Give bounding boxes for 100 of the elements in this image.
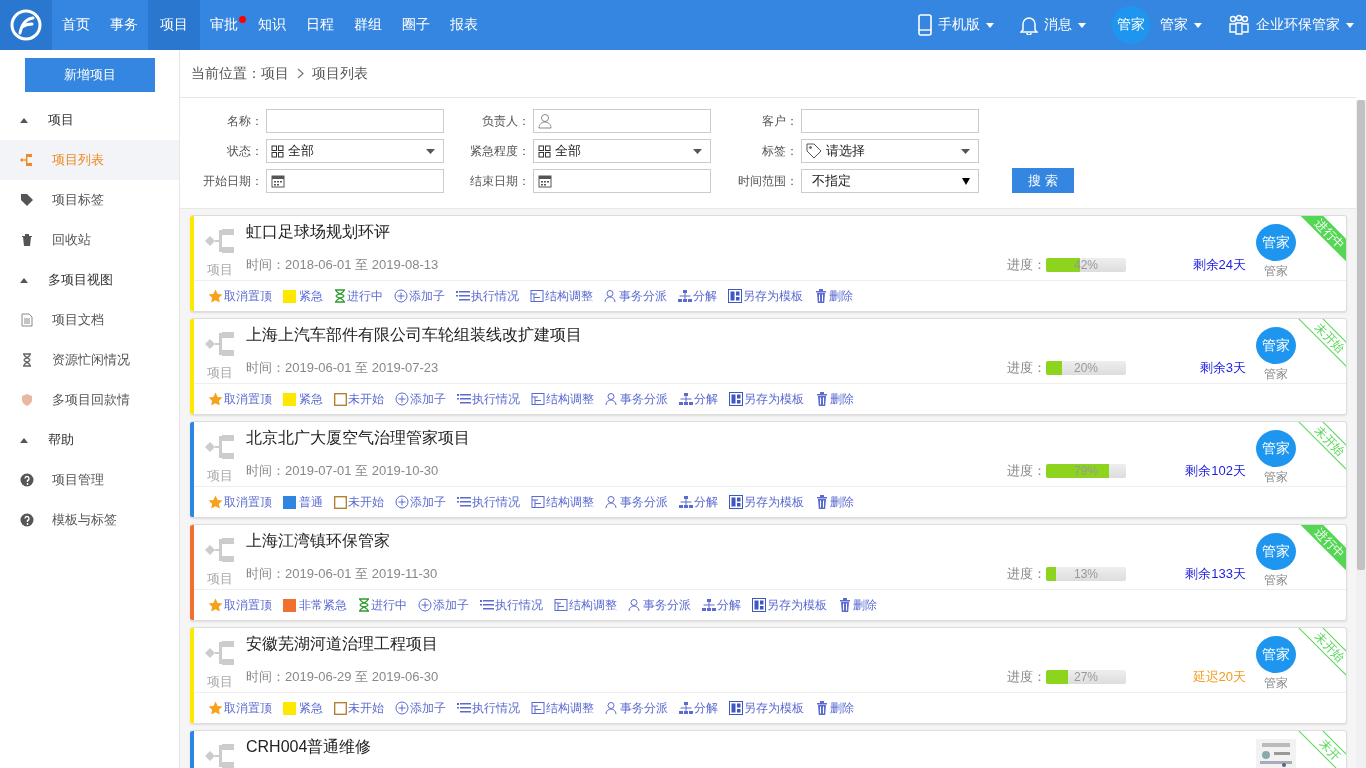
status-link[interactable]: 未开始 — [334, 493, 384, 511]
action-link[interactable]: 事务分派 — [628, 596, 691, 614]
action-link[interactable]: 添加子 — [395, 493, 446, 511]
action-link[interactable]: 分解 — [702, 596, 741, 614]
action-link[interactable]: 执行情况 — [457, 699, 520, 717]
urgency-link[interactable]: 紧急 — [283, 390, 323, 408]
nav-tab[interactable]: 首页 — [52, 0, 100, 50]
action-link[interactable]: 删除 — [814, 287, 853, 305]
action-link[interactable]: 分解 — [679, 390, 718, 408]
select-field[interactable]: 请选择 — [801, 139, 979, 164]
action-link[interactable]: 分解 — [679, 699, 718, 717]
input-field[interactable] — [533, 109, 711, 134]
new-project-button[interactable]: 新增项目 — [25, 58, 155, 92]
action-link[interactable]: 结构调整 — [530, 287, 593, 305]
action-link[interactable]: 结构调整 — [554, 596, 617, 614]
menu-link[interactable]: 管家 — [1160, 16, 1188, 34]
sidebar-group[interactable]: 多项目视图 — [48, 271, 113, 289]
action-link[interactable]: 执行情况 — [480, 596, 543, 614]
action-link[interactable]: 另存为模板 — [729, 390, 804, 408]
unpin-link[interactable]: 取消置顶 — [208, 493, 272, 511]
owner-avatar[interactable]: 管家 — [1256, 430, 1296, 468]
action-link[interactable]: 添加子 — [395, 390, 446, 408]
sidebar-item[interactable]: 项目管理 — [0, 460, 179, 500]
action-link[interactable]: 另存为模板 — [728, 287, 803, 305]
status-link[interactable]: 进行中 — [358, 596, 407, 614]
date-field[interactable] — [533, 169, 711, 194]
logo-icon[interactable] — [0, 0, 52, 50]
nav-tab[interactable]: 群组 — [344, 0, 392, 50]
nav-tab[interactable]: 事务 — [100, 0, 148, 50]
owner-avatar[interactable]: 管家 — [1256, 327, 1296, 365]
project-title[interactable]: 上海上汽车部件有限公司车轮组装线改扩建项目 — [246, 325, 1246, 346]
status-link[interactable]: 未开始 — [334, 699, 384, 717]
action-link[interactable]: 分解 — [678, 287, 717, 305]
breadcrumb-item[interactable]: 当前位置：项目 — [191, 64, 289, 83]
action-link[interactable]: 事务分派 — [605, 390, 668, 408]
unpin-link[interactable]: 取消置顶 — [208, 699, 272, 717]
unpin-link[interactable]: 取消置顶 — [208, 287, 272, 305]
project-title[interactable]: 北京北广大厦空气治理管家项目 — [246, 428, 1246, 449]
unpin-link[interactable]: 取消置顶 — [208, 390, 272, 408]
user-avatar[interactable]: 管家 — [1112, 6, 1150, 44]
nav-tab[interactable]: 报表 — [440, 0, 488, 50]
owner-avatar[interactable]: 管家 — [1256, 533, 1296, 571]
nav-tab[interactable]: 审批 — [200, 0, 248, 50]
menu-link[interactable]: 手机版 — [938, 16, 980, 34]
status-link[interactable]: 进行中 — [334, 287, 383, 305]
select-field[interactable]: 全部 — [266, 139, 444, 164]
sidebar-item[interactable]: 项目标签 — [0, 180, 179, 220]
action-link[interactable]: 执行情况 — [457, 493, 520, 511]
input-field[interactable] — [801, 109, 979, 134]
sidebar-group[interactable]: 项目 — [48, 111, 74, 129]
sidebar-item[interactable]: 模板与标签 — [0, 500, 179, 540]
action-link[interactable]: 执行情况 — [456, 287, 519, 305]
nav-tab[interactable]: 项目 — [148, 0, 200, 50]
action-link[interactable]: 执行情况 — [457, 390, 520, 408]
project-title[interactable]: CRH004普通维修 — [246, 737, 1246, 758]
action-link[interactable]: 结构调整 — [531, 699, 594, 717]
urgency-link[interactable]: 紧急 — [283, 699, 323, 717]
owner-name: 管家 — [1264, 469, 1288, 487]
owner-avatar[interactable]: 管家 — [1256, 636, 1296, 674]
nav-tab[interactable]: 日程 — [296, 0, 344, 50]
action-link[interactable]: 添加子 — [418, 596, 469, 614]
action-link[interactable]: 添加子 — [394, 287, 445, 305]
scrollbar[interactable] — [1356, 100, 1366, 768]
action-link[interactable]: 分解 — [679, 493, 718, 511]
search-button[interactable]: 搜 索 — [1012, 168, 1074, 194]
sidebar-group[interactable]: 帮助 — [48, 431, 74, 449]
action-link[interactable]: 删除 — [838, 596, 877, 614]
owner-avatar[interactable]: 管家 — [1256, 224, 1296, 262]
sidebar-item[interactable]: 多项目回款情 — [0, 380, 179, 420]
sidebar-item[interactable]: 项目文档 — [0, 300, 179, 340]
project-title[interactable]: 虹口足球场规划环评 — [246, 222, 1246, 243]
action-link[interactable]: 删除 — [815, 493, 854, 511]
status-link[interactable]: 未开始 — [334, 390, 384, 408]
action-link[interactable]: 删除 — [815, 699, 854, 717]
unpin-link[interactable]: 取消置顶 — [208, 596, 272, 614]
action-link[interactable]: 删除 — [815, 390, 854, 408]
date-field[interactable] — [266, 169, 444, 194]
action-link[interactable]: 结构调整 — [531, 390, 594, 408]
action-link[interactable]: 事务分派 — [605, 699, 668, 717]
action-link[interactable]: 另存为模板 — [729, 699, 804, 717]
project-title[interactable]: 上海江湾镇环保管家 — [246, 531, 1246, 552]
select-field[interactable]: 不指定 — [801, 169, 979, 194]
nav-tab[interactable]: 圈子 — [392, 0, 440, 50]
action-link[interactable]: 结构调整 — [531, 493, 594, 511]
menu-link[interactable]: 消息 — [1044, 16, 1072, 34]
project-title[interactable]: 安徽芜湖河道治理工程项目 — [246, 634, 1246, 655]
action-link[interactable]: 事务分派 — [604, 287, 667, 305]
nav-tab[interactable]: 知识 — [248, 0, 296, 50]
urgency-link[interactable]: 紧急 — [283, 287, 323, 305]
menu-link[interactable]: 企业环保管家 — [1256, 16, 1340, 34]
sidebar-item[interactable]: 回收站 — [0, 220, 179, 260]
urgency-link[interactable]: 普通 — [283, 493, 323, 511]
urgency-link[interactable]: 非常紧急 — [283, 596, 347, 614]
select-field[interactable]: 全部 — [533, 139, 711, 164]
action-link[interactable]: 添加子 — [395, 699, 446, 717]
action-link[interactable]: 事务分派 — [605, 493, 668, 511]
sidebar-item[interactable]: 资源忙闲情况 — [0, 340, 179, 380]
action-link[interactable]: 另存为模板 — [729, 493, 804, 511]
input-field[interactable] — [266, 109, 444, 134]
action-link[interactable]: 另存为模板 — [752, 596, 827, 614]
